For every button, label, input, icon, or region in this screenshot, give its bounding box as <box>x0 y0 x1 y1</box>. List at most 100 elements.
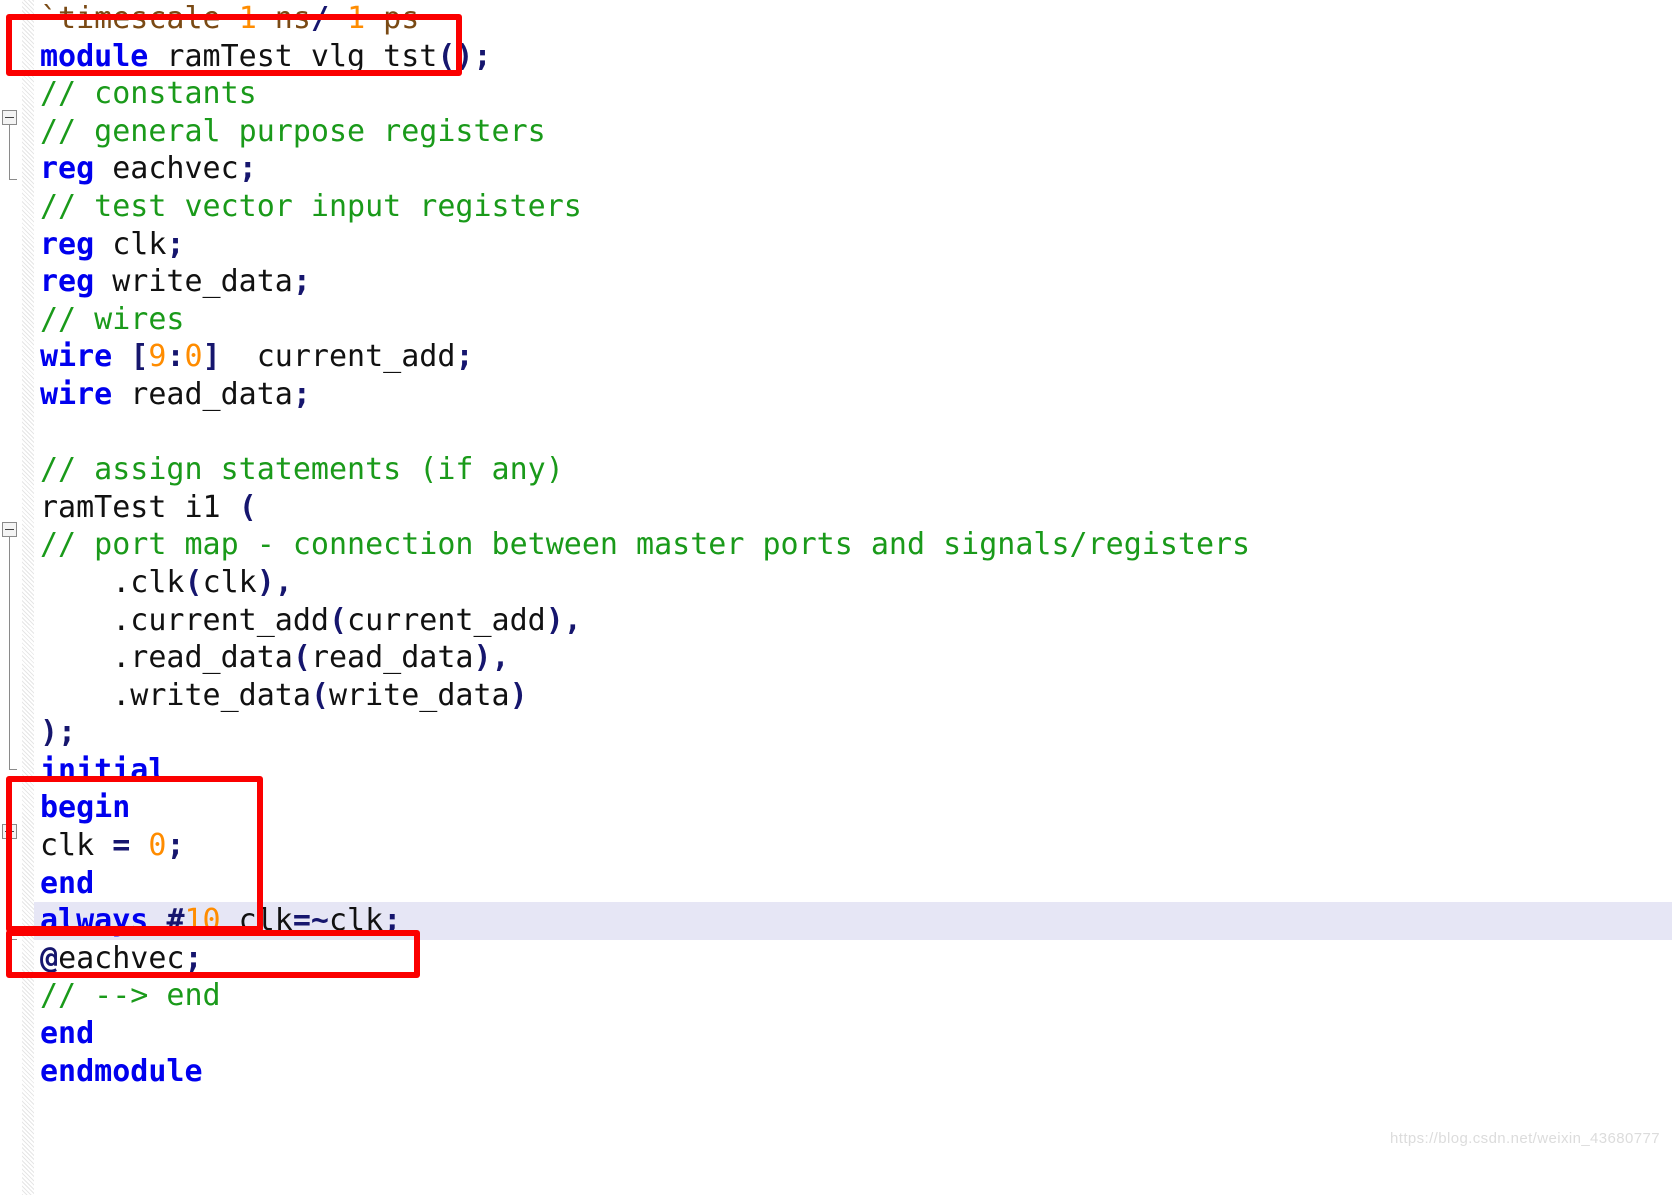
token-num: 0 <box>148 828 167 864</box>
code-line-15[interactable]: // port map - connection between master … <box>34 526 1672 564</box>
token-kw: end <box>40 1016 95 1052</box>
fold-constants-icon[interactable] <box>2 110 17 125</box>
code-line-11[interactable]: wire read_data; <box>34 376 1672 414</box>
token-punc: : <box>166 339 185 375</box>
code-line-24[interactable]: end <box>34 865 1672 903</box>
code-line-16[interactable]: .clk(clk), <box>34 564 1672 602</box>
code-line-17[interactable]: .current_add(current_add), <box>34 602 1672 640</box>
code-line-9[interactable]: // wires <box>34 301 1672 339</box>
token-punc: ( <box>184 564 203 600</box>
token-punc: ); <box>40 715 77 751</box>
token-punc: [ <box>130 339 149 375</box>
code-line-27[interactable]: // --> end <box>34 977 1672 1015</box>
gutter-stripe <box>22 0 34 1195</box>
token-dir: ns <box>256 1 311 36</box>
code-editor[interactable]: `timescale 1 ns/ 1 ps module ramTest_vlg_… <box>0 0 1672 1195</box>
token-pln: clk <box>202 564 257 600</box>
token-kw: end <box>40 865 95 901</box>
fold-initial-begin-icon[interactable] <box>2 824 17 839</box>
token-punc: @ <box>40 940 59 976</box>
token-punc: ; <box>383 903 402 939</box>
token-kw: reg <box>40 151 95 187</box>
token-pln: clk <box>329 903 384 939</box>
code-line-7[interactable]: reg clk; <box>34 226 1672 264</box>
token-punc: ), <box>545 602 582 638</box>
code-line-2[interactable]: module ramTest_vlg_tst(); <box>34 38 1672 76</box>
code-line-10[interactable]: wire [9:0] current_add; <box>34 338 1672 376</box>
code-line-21[interactable]: initial <box>34 752 1672 790</box>
watermark: https://blog.csdn.net/weixin_43680777 <box>1390 1130 1660 1147</box>
code-line-23[interactable]: clk = 0; <box>34 827 1672 865</box>
token-num: 10 <box>184 903 221 939</box>
code-line-20[interactable]: ); <box>34 714 1672 752</box>
token-pln: current_add <box>220 339 456 375</box>
token-pln: eachvec <box>94 151 239 187</box>
token-kw: wire <box>40 339 113 375</box>
token-pln: current_add <box>347 602 546 638</box>
token-pln: read_data <box>310 640 474 676</box>
fold-ramtest-instance-icon[interactable] <box>2 522 17 537</box>
token-punc: ; <box>455 339 474 375</box>
token-pln: write_data <box>94 264 293 300</box>
code-line-25[interactable]: always #10 clk=~clk; <box>34 902 1672 940</box>
fold-initial-begin-end <box>9 939 17 940</box>
token-punc: ( <box>310 677 329 713</box>
token-pln <box>112 339 130 374</box>
token-cmt: // wires <box>40 301 185 337</box>
code-line-29[interactable]: endmodule <box>34 1053 1672 1091</box>
token-kw: begin <box>40 790 131 826</box>
code-line-26[interactable]: @eachvec; <box>34 940 1672 978</box>
code-text-area[interactable]: `timescale 1 ns/ 1 ps module ramTest_vlg_… <box>34 0 1672 1195</box>
token-kw: reg <box>40 226 95 262</box>
code-line-4[interactable]: // general purpose registers <box>34 113 1672 151</box>
token-punc: ; <box>184 940 203 976</box>
code-line-1[interactable]: `timescale 1 ns/ 1 ps <box>34 0 1672 38</box>
token-kw: module <box>40 38 149 74</box>
fold-initial-begin-line <box>9 839 10 939</box>
fold-ramtest-instance-line <box>9 537 10 769</box>
token-pln: .clk <box>40 564 185 600</box>
token-pln: eachvec <box>58 940 185 976</box>
token-cmt: // general purpose registers <box>40 113 546 149</box>
token-kw: always <box>40 903 149 939</box>
token-dir: `timescale <box>40 1 239 36</box>
editor-gutter[interactable] <box>0 0 34 1195</box>
token-pln: clk <box>220 903 293 939</box>
token-punc: ) <box>509 677 528 713</box>
code-line-6[interactable]: // test vector input registers <box>34 188 1672 226</box>
token-punc: ; <box>166 226 185 262</box>
code-line-5[interactable]: reg eachvec; <box>34 150 1672 188</box>
token-pln: clk <box>40 828 113 864</box>
fold-constants-end <box>9 179 17 180</box>
fold-ramtest-instance-end <box>9 769 17 770</box>
token-dir: ps <box>365 1 420 36</box>
token-cmt: // assign statements (if any) <box>40 452 564 488</box>
code-line-14[interactable]: ramTest i1 ( <box>34 489 1672 527</box>
token-punc: ( <box>292 640 311 676</box>
token-punc: =~ <box>292 903 329 939</box>
token-pln: .current_add <box>40 602 329 638</box>
token-pln <box>148 903 166 938</box>
code-line-18[interactable]: .read_data(read_data), <box>34 639 1672 677</box>
token-pln: read_data <box>112 376 293 412</box>
token-cmt: // --> end <box>40 978 221 1014</box>
code-line-3[interactable]: // constants <box>34 75 1672 113</box>
token-punc: ; <box>166 828 185 864</box>
token-pln: ramTest_vlg_tst <box>148 38 438 74</box>
token-pln: ramTest i1 <box>40 489 239 525</box>
token-pln: .write_data <box>40 677 311 713</box>
token-punc: ; <box>292 264 311 300</box>
token-kw: reg <box>40 264 95 300</box>
token-punc: ), <box>256 564 293 600</box>
token-num: 1 <box>347 1 366 36</box>
code-line-28[interactable]: end <box>34 1015 1672 1053</box>
code-line-22[interactable]: begin <box>34 789 1672 827</box>
token-punc: ), <box>473 640 510 676</box>
token-punc: ( <box>328 602 348 638</box>
code-line-19[interactable]: .write_data(write_data) <box>34 677 1672 715</box>
token-cmt: // port map - connection between master … <box>40 527 1251 563</box>
code-line-13[interactable]: // assign statements (if any) <box>34 451 1672 489</box>
code-line-12[interactable] <box>34 414 1672 452</box>
code-line-8[interactable]: reg write_data; <box>34 263 1672 301</box>
token-punc: ; <box>238 151 257 187</box>
